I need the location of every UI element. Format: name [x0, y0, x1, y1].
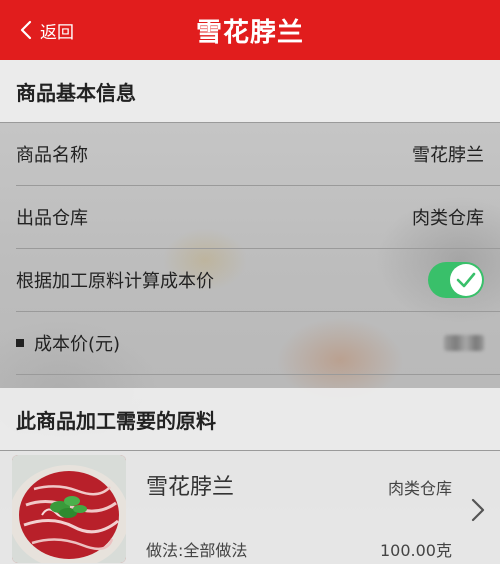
chevron-right-icon: [471, 498, 485, 522]
toggle-knob: [450, 264, 482, 296]
cost-price-value-blurred: [444, 335, 484, 351]
cost-price-label-wrap: 成本价(元): [16, 330, 120, 356]
bullet-icon: [16, 339, 24, 347]
back-label: 返回: [40, 22, 74, 43]
warehouse-label: 出品仓库: [16, 208, 88, 229]
cost-price-label: 成本价(元): [34, 334, 121, 355]
check-icon: [456, 272, 476, 288]
section-materials-title: 此商品加工需要的原料: [0, 388, 500, 450]
back-button[interactable]: 返回: [20, 0, 74, 60]
material-item[interactable]: 雪花脖兰 肉类仓库 做法:全部做法 100.00克: [0, 451, 500, 564]
section-basic-info-title: 商品基本信息: [0, 60, 500, 122]
cost-price-row[interactable]: 成本价(元): [0, 312, 500, 374]
calc-cost-row: 根据加工原料计算成本价: [0, 249, 500, 311]
material-thumbnail: [12, 455, 126, 563]
calc-cost-toggle[interactable]: [428, 262, 484, 298]
warehouse-row[interactable]: 出品仓库 肉类仓库: [0, 186, 500, 248]
divider: [16, 374, 500, 375]
warehouse-value: 肉类仓库: [412, 208, 484, 229]
header-bar: 返回 雪花脖兰: [0, 0, 500, 60]
material-name: 雪花脖兰: [146, 475, 235, 500]
beef-image: [12, 455, 126, 563]
product-name-value: 雪花脖兰: [412, 145, 484, 166]
page-title: 雪花脖兰: [195, 17, 304, 48]
calc-cost-label: 根据加工原料计算成本价: [16, 271, 214, 292]
product-name-label: 商品名称: [16, 145, 88, 166]
chevron-left-icon: [20, 20, 32, 40]
material-quantity: 100.00克: [380, 541, 452, 560]
material-method: 做法:全部做法: [146, 541, 248, 560]
material-store: 肉类仓库: [387, 479, 452, 498]
product-name-row[interactable]: 商品名称 雪花脖兰: [0, 123, 500, 185]
